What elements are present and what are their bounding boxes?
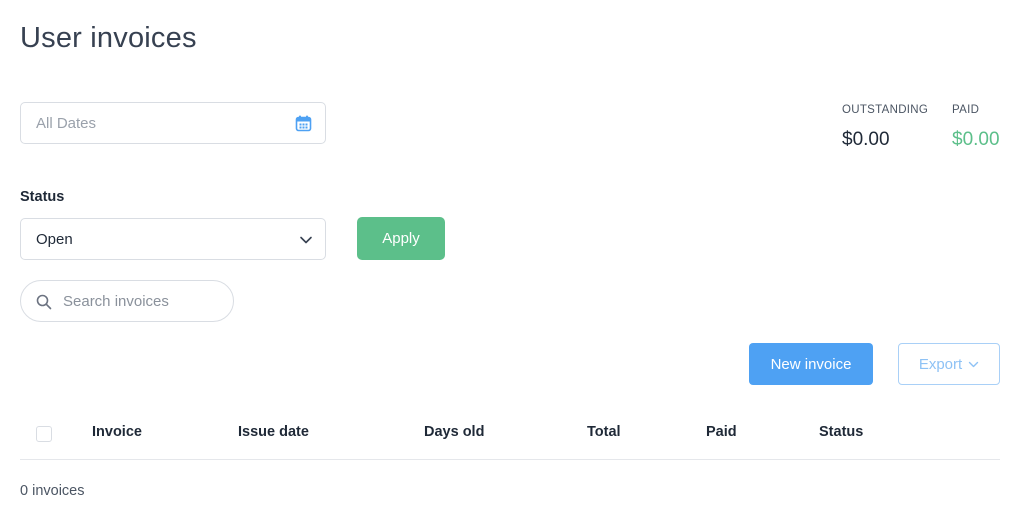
- calendar-icon[interactable]: [295, 115, 312, 132]
- column-header-status[interactable]: Status: [819, 424, 863, 440]
- column-header-total[interactable]: Total: [587, 424, 621, 440]
- apply-button[interactable]: Apply: [357, 217, 445, 260]
- search-icon: [36, 294, 52, 310]
- paid-summary: PAID $0.00: [952, 104, 1000, 151]
- outstanding-amount: $0.00: [842, 129, 890, 150]
- column-header-invoice[interactable]: Invoice: [92, 424, 142, 440]
- chevron-down-icon: [300, 236, 312, 244]
- search-input[interactable]: [21, 281, 233, 321]
- status-filter-label: Status: [20, 189, 65, 205]
- invoice-table-header: Invoice Issue date Days old Total Paid S…: [20, 404, 1000, 460]
- date-range-input[interactable]: [21, 103, 325, 143]
- date-range-field[interactable]: [20, 102, 326, 144]
- outstanding-label: OUTSTANDING: [842, 104, 929, 116]
- paid-label: PAID: [952, 104, 980, 116]
- status-select-value: Open: [36, 231, 73, 248]
- status-select[interactable]: Open: [20, 218, 326, 260]
- column-header-paid[interactable]: Paid: [706, 424, 737, 440]
- page-title: User invoices: [20, 22, 197, 54]
- search-field[interactable]: [20, 280, 234, 322]
- column-header-issue-date[interactable]: Issue date: [238, 424, 309, 440]
- select-all-checkbox[interactable]: [36, 426, 52, 442]
- outstanding-summary: OUTSTANDING $0.00: [842, 104, 928, 151]
- invoice-count: 0 invoices: [20, 483, 85, 499]
- paid-amount: $0.00: [952, 129, 1000, 150]
- export-button-label: Export: [918, 355, 963, 373]
- chevron-down-icon: [968, 361, 979, 367]
- new-invoice-button[interactable]: New invoice: [749, 343, 873, 385]
- column-header-days-old[interactable]: Days old: [424, 424, 484, 440]
- export-button[interactable]: Export: [898, 343, 1000, 385]
